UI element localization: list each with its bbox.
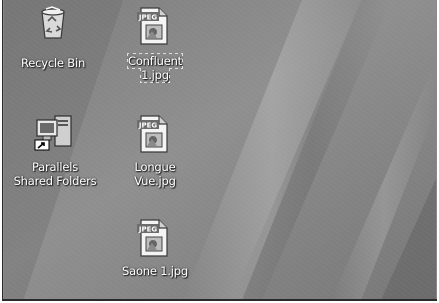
desktop-icon-saone-1-jpg[interactable]: JPEG Saone 1.jpg — [111, 218, 199, 282]
desktop-icon-parallels-shared-folders[interactable]: Parallels Shared Folders — [3, 112, 107, 194]
svg-text:JPEG: JPEG — [138, 14, 158, 22]
icon-label: Longue Vue.jpg — [134, 160, 176, 188]
jpeg-file-icon: JPEG — [137, 7, 168, 45]
desktop-icon-longue-vue-jpg[interactable]: JPEG Longue Vue.jpg — [113, 112, 197, 196]
network-computer-icon — [34, 115, 72, 151]
recycle-bin-icon — [41, 6, 65, 39]
jpeg-file-icon: JPEG — [137, 219, 168, 257]
icon-label: Parallels Shared Folders — [13, 160, 97, 188]
icon-label: Recycle Bin — [20, 56, 86, 70]
jpeg-file-icon: JPEG — [137, 115, 168, 153]
desktop-icon-confluent-1-jpg[interactable]: JPEG Confluent 1.jpg — [113, 4, 197, 88]
desktop-icon-recycle-bin[interactable]: Recycle Bin — [9, 4, 97, 74]
desktop[interactable]: Recycle Bin Parallels Shared Folders JPE… — [2, 0, 437, 301]
icon-label: Confluent 1.jpg — [127, 53, 183, 83]
svg-text:JPEG: JPEG — [138, 226, 158, 234]
icon-label: Saone 1.jpg — [122, 264, 188, 278]
svg-text:JPEG: JPEG — [138, 122, 158, 130]
